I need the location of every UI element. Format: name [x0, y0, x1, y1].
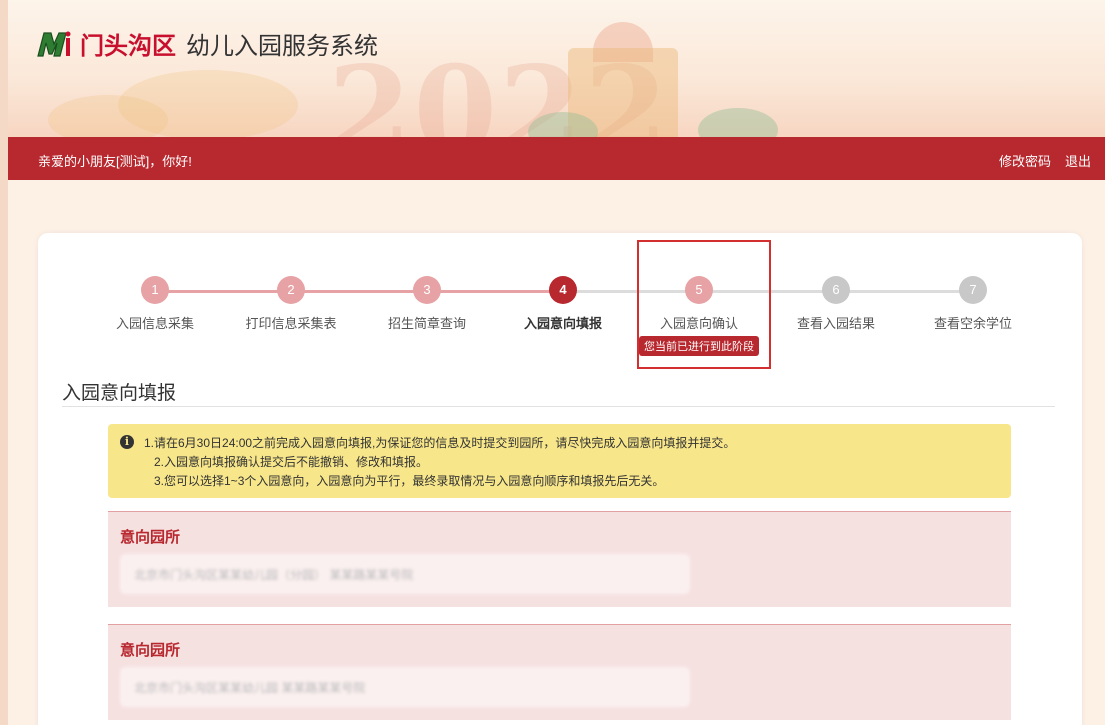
section-title: 入园意向填报: [62, 383, 177, 404]
decor-cloud: [48, 95, 168, 137]
step-1[interactable]: 1 入园信息采集: [90, 276, 220, 332]
step-label: 入园信息采集: [115, 316, 194, 331]
step-4[interactable]: 4 入园意向填报: [498, 276, 628, 332]
intention-kindergarten-field[interactable]: 北京市门头沟区某某幼儿园（分园） 某某路某某号院: [120, 554, 690, 594]
step-label: 招生简章查询: [387, 316, 466, 331]
section-divider: [62, 406, 1055, 407]
step-2[interactable]: 2 打印信息采集表: [226, 276, 356, 332]
step-number: 4: [549, 276, 577, 304]
step-3[interactable]: 3 招生简章查询: [362, 276, 492, 332]
logout-link[interactable]: 退出: [1065, 151, 1091, 170]
info-icon: i: [120, 435, 134, 449]
site-logo[interactable]: 门头沟区 幼儿入园服务系统: [36, 26, 378, 61]
step-6[interactable]: 6 查看入园结果: [771, 276, 901, 332]
notice-box: i 1.请在6月30日24:00之前完成入园意向填报,为保证您的信息及时提交到园…: [108, 424, 1011, 498]
step-number: 6: [822, 276, 850, 304]
notice-line-2: 2.入园意向填报确认提交后不能撤销、修改和填报。: [154, 455, 429, 469]
account-links: 修改密码 退出: [999, 151, 1091, 170]
step-7[interactable]: 7 查看空余学位: [908, 276, 1038, 332]
header-banner: 2022: [8, 0, 1105, 137]
user-greeting: 亲爱的小朋友[测试]，你好!: [38, 154, 192, 169]
step-number: 3: [413, 276, 441, 304]
step-label: 查看入园结果: [796, 316, 875, 331]
notice-line-3: 3.您可以选择1~3个入园意向，入园意向为平行，最终录取情况与入园意向顺序和填报…: [154, 474, 665, 488]
step-label: 查看空余学位: [933, 316, 1012, 331]
logo-mark-icon: [36, 30, 74, 58]
left-edge: [0, 0, 8, 725]
step-number: 2: [277, 276, 305, 304]
step-label: 入园意向填报: [523, 316, 602, 331]
stage-highlight-box: [637, 240, 771, 369]
intention-panel-1: 意向园所 北京市门头沟区某某幼儿园（分园） 某某路某某号院: [108, 511, 1011, 607]
intention-title: 意向园所: [120, 642, 181, 659]
step-label: 打印信息采集表: [245, 316, 337, 331]
step-number: 1: [141, 276, 169, 304]
page: 2022 门头沟区 幼儿入园服务系统 亲爱的小朋友[测试]，你好! 修改密码 退…: [0, 0, 1105, 725]
change-password-link[interactable]: 修改密码: [999, 151, 1051, 170]
top-navbar: 亲爱的小朋友[测试]，你好! 修改密码 退出: [8, 137, 1105, 180]
intention-panel-2: 意向园所 北京市门头沟区某某幼儿园 某某路某某号院: [108, 624, 1011, 720]
notice-line-1: 1.请在6月30日24:00之前完成入园意向填报,为保证您的信息及时提交到园所，…: [144, 436, 736, 450]
intention-kindergarten-field[interactable]: 北京市门头沟区某某幼儿园 某某路某某号院: [120, 667, 690, 707]
decor-tree: [698, 108, 778, 137]
system-title: 幼儿入园服务系统: [186, 32, 378, 60]
step-number: 7: [959, 276, 987, 304]
intention-title: 意向园所: [120, 529, 181, 546]
district-name: 门头沟区: [80, 32, 176, 60]
